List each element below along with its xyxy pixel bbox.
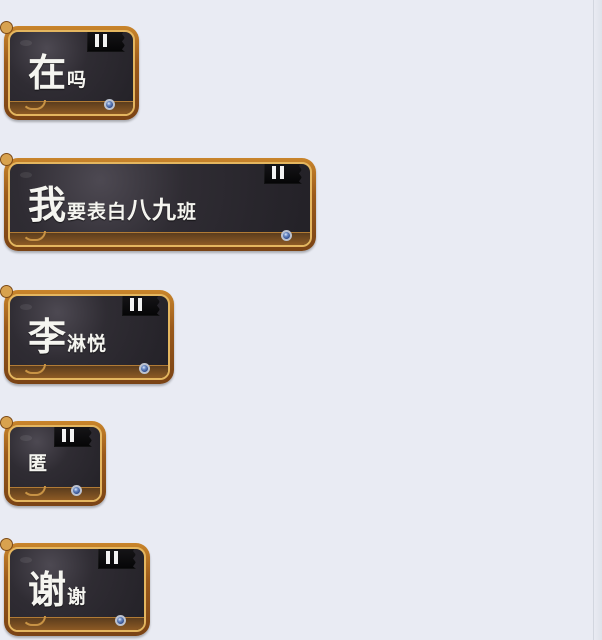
- bubble-gem-icon: [281, 230, 292, 241]
- message-text-part: 李: [28, 314, 68, 359]
- message-bubble-1[interactable]: 在吗: [0, 21, 139, 120]
- bubble-gem-icon: [139, 363, 150, 374]
- message-text-part: 要表白: [67, 200, 128, 223]
- bubble-flag-icon: [264, 164, 302, 184]
- scrollbar-track[interactable]: [593, 0, 602, 640]
- bubble-gem-icon: [71, 485, 82, 496]
- message-text-part: 八九: [127, 194, 178, 224]
- message-text-part: 匿: [28, 452, 49, 474]
- bubble-curl-icon: [22, 100, 46, 110]
- message-text: 匿: [28, 454, 48, 473]
- bubble-flag-icon: [54, 427, 92, 447]
- bubble-gem-icon: [104, 99, 115, 110]
- message-bubble-inner: 李淋悦: [8, 294, 170, 380]
- message-bubble-3[interactable]: 李淋悦: [0, 285, 174, 384]
- message-text-part: 在: [28, 50, 68, 95]
- bubble-curl-icon: [22, 231, 46, 241]
- message-bubble-inner: 匿: [8, 425, 102, 502]
- message-text: 李淋悦: [28, 318, 107, 356]
- message-bubble-4[interactable]: 匿: [0, 416, 106, 506]
- message-text-part: 吗: [67, 69, 88, 91]
- message-bubble-inner: 我要表白八九班: [8, 162, 312, 247]
- message-text: 我要表白八九班: [28, 185, 198, 224]
- bubble-curl-icon: [22, 364, 46, 374]
- message-text: 谢谢: [28, 570, 88, 609]
- bubble-curl-icon: [22, 616, 46, 626]
- message-bubble-2[interactable]: 我要表白八九班: [0, 153, 316, 251]
- bubble-flag-icon: [87, 32, 125, 52]
- message-text: 在吗: [28, 54, 87, 92]
- message-bubble-5[interactable]: 谢谢: [0, 538, 150, 636]
- bubble-flag-icon: [98, 549, 136, 569]
- message-text-part: 我: [28, 181, 68, 227]
- bubble-gem-icon: [115, 615, 126, 626]
- bubble-flag-icon: [122, 296, 160, 316]
- message-text-part: 淋悦: [67, 333, 108, 355]
- chat-message-list: 在吗 我要表白八九班 李淋悦 匿 谢谢: [0, 0, 602, 640]
- message-bubble-inner: 谢谢: [8, 547, 146, 632]
- message-bubble-inner: 在吗: [8, 30, 135, 116]
- bubble-curl-icon: [22, 486, 46, 496]
- message-text-part: 谢: [67, 585, 88, 608]
- message-text-part: 班: [177, 200, 198, 223]
- message-text-part: 谢: [28, 566, 68, 612]
